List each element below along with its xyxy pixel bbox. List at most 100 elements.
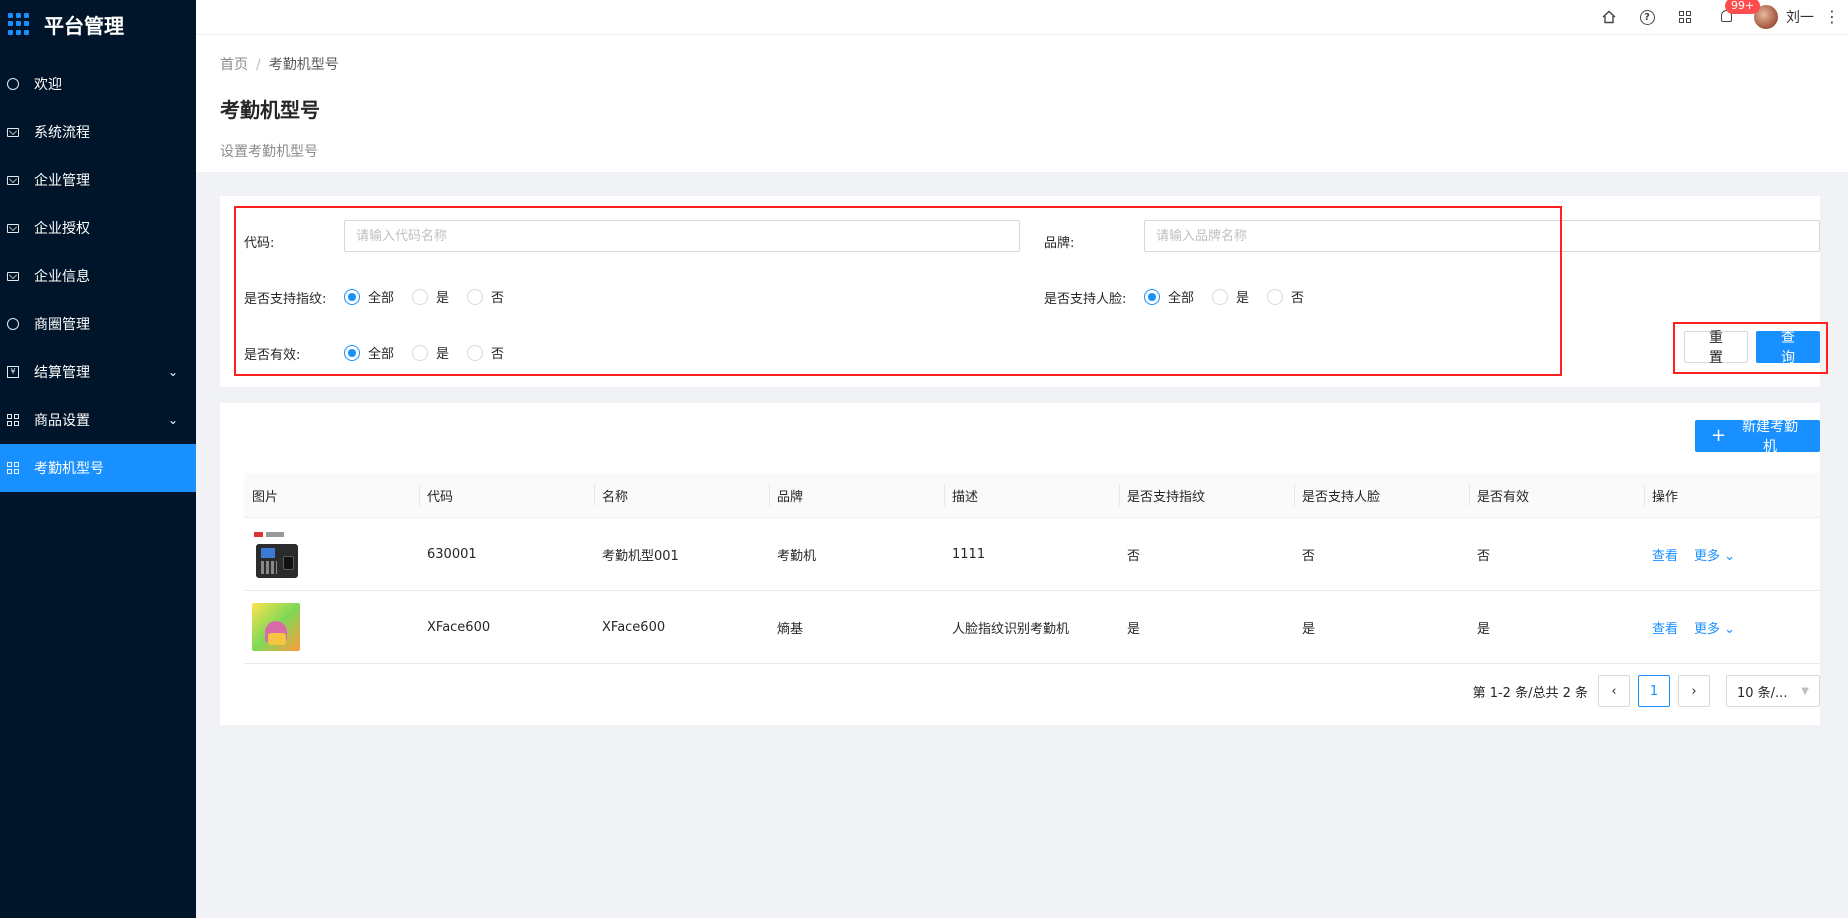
view-link[interactable]: 查看	[1652, 622, 1678, 637]
face-label: 是否支持人脸:	[1044, 292, 1127, 307]
fingerprint-radio-yes[interactable]: 是	[412, 287, 449, 306]
sidebar-item-label: 企业信息	[34, 269, 90, 285]
face-radio-yes[interactable]: 是	[1212, 287, 1249, 306]
sidebar-menu: 欢迎 系统流程 企业管理 企业授权 企业信息 商圈管理 ¥ 结算管理 ⌄ 商品设…	[0, 60, 196, 492]
fingerprint-label: 是否支持指纹:	[244, 292, 327, 307]
chevron-down-icon: ⌄	[1720, 621, 1736, 637]
page-title: 考勤机型号	[220, 98, 320, 122]
page-size-select[interactable]: 10 条/... ▼	[1726, 675, 1820, 707]
more-label: 更多	[1694, 621, 1721, 637]
cell-face: 否	[1302, 548, 1316, 564]
view-link[interactable]: 查看	[1652, 549, 1678, 564]
sidebar-item-label: 商品设置	[34, 413, 90, 429]
device-thumbnail-image[interactable]	[252, 530, 300, 578]
sidebar-item-enterprise-info[interactable]: 企业信息	[0, 252, 196, 300]
radio-label: 全部	[368, 347, 395, 362]
valid-radio-yes[interactable]: 是	[412, 343, 449, 362]
radio-dot	[467, 344, 484, 361]
cell-valid: 是	[1477, 621, 1491, 637]
sidebar-item-label: 商圈管理	[34, 317, 90, 333]
valid-radio-no[interactable]: 否	[467, 343, 504, 362]
more-dropdown[interactable]: 更多 ⌄	[1694, 549, 1735, 564]
radio-dot	[1212, 288, 1229, 305]
chevron-down-icon: ⌄	[167, 413, 178, 427]
user-name[interactable]: 刘一	[1786, 7, 1814, 27]
device-thumbnail-image[interactable]	[252, 603, 300, 651]
radio-label: 否	[491, 291, 505, 306]
sidebar-item-settlement[interactable]: ¥ 结算管理 ⌄	[0, 348, 196, 396]
column-header-actions: 操作	[1644, 483, 1819, 506]
query-button[interactable]: 查 询	[1756, 330, 1820, 366]
column-header-brand: 品牌	[769, 483, 944, 506]
sidebar-item-label: 系统流程	[34, 125, 90, 141]
new-attendance-machine-button[interactable]: + 新建考勤机	[1695, 419, 1820, 455]
sidebar-item-product-settings[interactable]: 商品设置 ⌄	[0, 396, 196, 444]
valid-radio-group: 全部 是 否	[344, 343, 522, 362]
chevron-left-icon: ‹	[1611, 683, 1617, 699]
plus-icon: +	[1711, 425, 1727, 446]
column-header-valid: 是否有效	[1469, 483, 1644, 506]
cell-actions: 查看 更多 ⌄	[1644, 618, 1819, 637]
radio-dot	[412, 288, 429, 305]
notification-bell[interactable]: 99+	[1718, 0, 1761, 25]
face-radio-all[interactable]: 全部	[1144, 287, 1194, 306]
brand-input[interactable]	[1144, 220, 1820, 252]
radio-dot	[344, 344, 360, 361]
home-icon[interactable]	[1601, 9, 1617, 25]
pagination-total: 第 1-2 条/总共 2 条	[1472, 685, 1588, 701]
fingerprint-radio-group: 全部 是 否	[344, 287, 522, 306]
code-label: 代码:	[244, 236, 275, 251]
cell-valid: 否	[1477, 548, 1491, 564]
sidebar-item-attendance-model[interactable]: 考勤机型号	[0, 444, 196, 492]
reset-button[interactable]: 重 置	[1684, 330, 1748, 366]
table-card: + 新建考勤机 图片 代码 名称 品牌 描述 是否支持指纹 是否支持人脸 是否有…	[220, 403, 1820, 725]
compass-icon	[6, 317, 20, 331]
radio-dot	[1144, 288, 1160, 305]
appstore-icon	[6, 461, 20, 475]
sidebar-item-enterprise-manage[interactable]: 企业管理	[0, 156, 196, 204]
sidebar-item-enterprise-auth[interactable]: 企业授权	[0, 204, 196, 252]
mail-icon	[6, 221, 20, 235]
sidebar: 平台管理 欢迎 系统流程 企业管理 企业授权 企业信息 商圈管理 ¥ 结算管理	[0, 0, 196, 918]
sidebar-item-label: 考勤机型号	[34, 461, 104, 477]
brand-field-row: 品牌:	[1044, 232, 1074, 251]
cell-fingerprint: 否	[1127, 548, 1141, 564]
column-header-image: 图片	[252, 489, 279, 505]
code-input[interactable]	[344, 220, 1020, 252]
fingerprint-radio-all[interactable]: 全部	[344, 287, 394, 306]
face-radio-no[interactable]: 否	[1267, 287, 1304, 306]
column-header-description: 描述	[944, 483, 1119, 506]
sidebar-item-welcome[interactable]: 欢迎	[0, 60, 196, 108]
chevron-right-icon: ›	[1691, 683, 1697, 699]
table-row: XFace600 XFace600 熵基 人脸指纹识别考勤机 是 是 是 查看 更…	[244, 591, 1820, 664]
mail-icon	[6, 173, 20, 187]
radio-label: 是	[436, 347, 450, 362]
radio-label: 否	[1291, 291, 1305, 306]
brand-label: 品牌:	[1044, 236, 1075, 251]
breadcrumb-home[interactable]: 首页	[220, 57, 248, 73]
page-header: 首页 / 考勤机型号 考勤机型号 设置考勤机型号	[196, 35, 1848, 172]
prev-page-button[interactable]: ‹	[1598, 675, 1630, 707]
cell-name: 考勤机型001	[602, 548, 679, 564]
cell-name: XFace600	[602, 619, 666, 635]
column-header-face: 是否支持人脸	[1294, 483, 1469, 506]
smile-icon	[6, 77, 20, 91]
appstore-icon[interactable]	[1677, 9, 1693, 25]
valid-radio-all[interactable]: 全部	[344, 343, 394, 362]
cell-brand: 熵基	[777, 621, 804, 637]
account-book-icon: ¥	[6, 365, 20, 379]
more-vertical-icon[interactable]: ⋮	[1824, 9, 1840, 25]
fingerprint-radio-no[interactable]: 否	[467, 287, 504, 306]
radio-dot	[412, 344, 429, 361]
more-dropdown[interactable]: 更多 ⌄	[1694, 622, 1735, 637]
page-number-button[interactable]: 1	[1638, 675, 1670, 707]
column-header-code: 代码	[419, 483, 594, 506]
radio-label: 全部	[368, 291, 395, 306]
data-table: 图片 代码 名称 品牌 描述 是否支持指纹 是否支持人脸 是否有效 操作 630…	[244, 473, 1820, 664]
logo[interactable]: 平台管理	[0, 0, 196, 48]
sidebar-item-business-district[interactable]: 商圈管理	[0, 300, 196, 348]
sidebar-item-system-flow[interactable]: 系统流程	[0, 108, 196, 156]
question-circle-icon[interactable]: ?	[1639, 9, 1655, 25]
next-page-button[interactable]: ›	[1678, 675, 1710, 707]
chevron-down-icon: ⌄	[1720, 548, 1736, 564]
